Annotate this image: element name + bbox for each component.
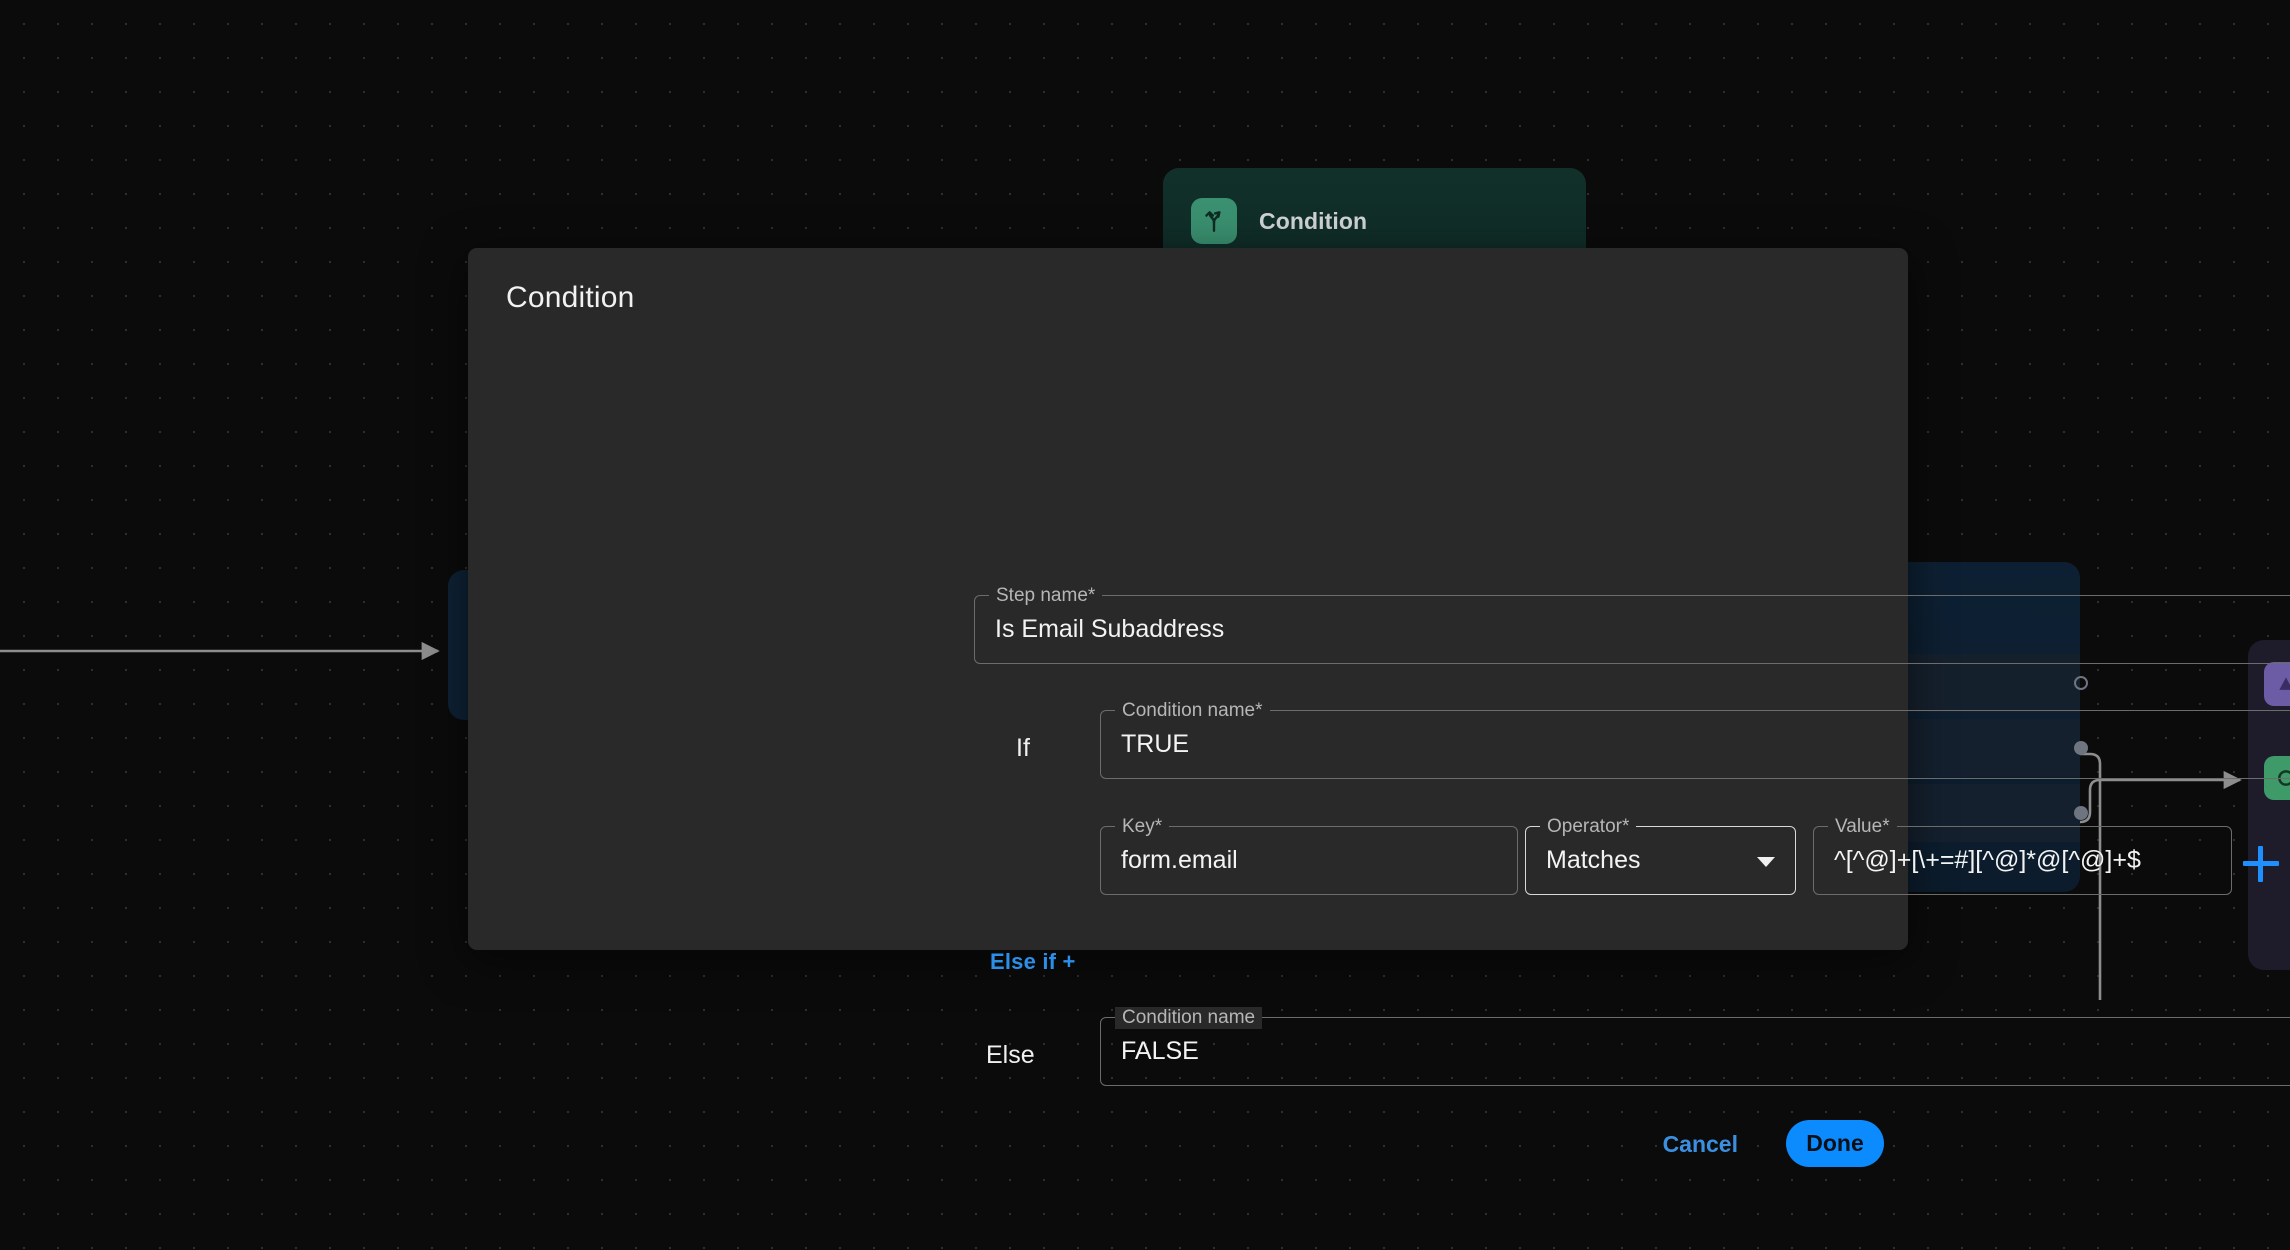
else-if-link[interactable]: Else if + bbox=[990, 949, 1076, 975]
if-condition-name-field[interactable]: Condition name* TRUE bbox=[1100, 710, 2290, 779]
if-condition-name-label: Condition name* bbox=[1115, 700, 1270, 722]
if-condition-name-value: TRUE bbox=[1121, 730, 1189, 759]
operator-select[interactable]: Operator* Matches bbox=[1525, 826, 1796, 895]
node-port-filled[interactable] bbox=[2074, 806, 2088, 820]
add-condition-button[interactable] bbox=[2243, 846, 2279, 882]
key-value: form.email bbox=[1121, 846, 1238, 875]
value-value: ^[^@]+[\+=#][^@]*@[^@]+$ bbox=[1834, 846, 2141, 875]
if-label: If bbox=[1016, 734, 1030, 763]
value-label: Value* bbox=[1828, 816, 1897, 838]
chevron-down-icon[interactable] bbox=[1757, 857, 1775, 867]
done-button[interactable]: Done bbox=[1786, 1120, 1884, 1167]
canvas-node-title: Condition bbox=[1259, 198, 1367, 244]
step-name-value: Is Email Subaddress bbox=[995, 615, 1224, 644]
branch-icon bbox=[1191, 198, 1237, 244]
step-name-field[interactable]: Step name* Is Email Subaddress bbox=[974, 595, 2290, 664]
canvas-node-right-edge[interactable] bbox=[2248, 640, 2290, 970]
key-label: Key* bbox=[1115, 816, 1169, 838]
dialog-title: Condition bbox=[506, 281, 635, 315]
step-name-label: Step name* bbox=[989, 585, 1102, 607]
condition-dialog: Condition Step name* Is Email Subaddress… bbox=[468, 248, 1908, 950]
operator-label: Operator* bbox=[1540, 816, 1636, 838]
operator-value: Matches bbox=[1546, 846, 1640, 875]
else-condition-name-value: FALSE bbox=[1121, 1037, 1199, 1066]
else-condition-name-label: Condition name bbox=[1115, 1007, 1262, 1029]
cancel-button[interactable]: Cancel bbox=[1663, 1131, 1738, 1158]
node-port-open[interactable] bbox=[2074, 676, 2088, 690]
key-field[interactable]: Key* form.email bbox=[1100, 826, 1518, 895]
purple-chip-icon bbox=[2264, 662, 2290, 706]
else-condition-name-field[interactable]: Condition name FALSE bbox=[1100, 1017, 2290, 1086]
else-label: Else bbox=[986, 1041, 1035, 1070]
value-field[interactable]: Value* ^[^@]+[\+=#][^@]*@[^@]+$ bbox=[1813, 826, 2232, 895]
